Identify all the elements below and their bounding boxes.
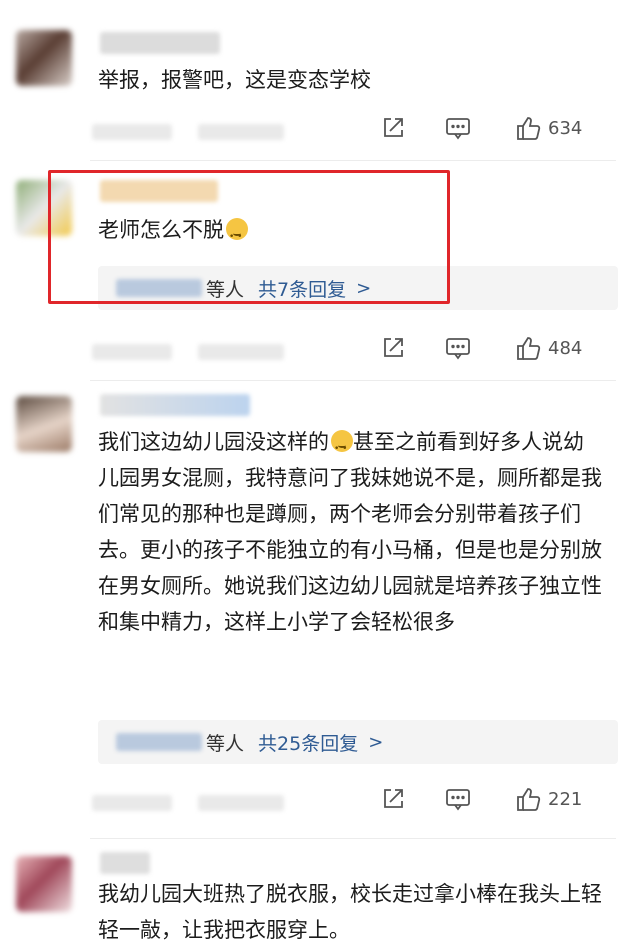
username-redacted[interactable] <box>100 852 150 874</box>
comment-3: 我们这边幼儿园没这样的甚至之前看到好多人说幼儿园男女混厕，我特意问了我妹她说不是… <box>0 380 640 840</box>
comment-text-continued: 甚至之前看到好多人说幼儿园男女混厕，我特意问了我妹她说不是，厕所都是我们常见的那… <box>98 430 602 634</box>
like-icon <box>514 785 542 813</box>
timestamp-redacted <box>92 795 172 811</box>
comment-icon[interactable] <box>444 335 472 361</box>
comment-1: 举报，报警吧，这是变态学校 634 <box>0 0 640 160</box>
action-bar: 221 <box>380 784 620 814</box>
avatar[interactable] <box>16 396 72 452</box>
share-icon[interactable] <box>380 786 406 812</box>
comment-icon[interactable] <box>444 115 472 141</box>
reply-suffix: 等人 <box>206 732 245 755</box>
like-button[interactable]: 221 <box>514 785 582 813</box>
comment-icon[interactable] <box>444 786 472 812</box>
like-icon <box>514 334 542 362</box>
action-bar: 634 <box>380 113 620 143</box>
location-redacted <box>198 344 284 360</box>
like-button[interactable]: 634 <box>514 114 582 142</box>
reply-summary[interactable]: 等人 共25条回复 > <box>98 720 618 764</box>
avatar[interactable] <box>16 856 72 912</box>
location-redacted <box>198 795 284 811</box>
highlight-box <box>48 170 450 304</box>
username-redacted[interactable] <box>100 32 220 54</box>
like-button[interactable]: 484 <box>514 334 582 362</box>
like-count: 484 <box>548 337 583 359</box>
like-count: 221 <box>548 788 583 810</box>
comment-text: 举报，报警吧，这是变态学校 <box>98 68 371 92</box>
timestamp-redacted <box>92 124 172 140</box>
chevron-right-icon: > <box>368 731 384 753</box>
location-redacted <box>198 124 284 140</box>
comment-4: 我幼儿园大班热了脱衣服，校长走过拿小棒在我头上轻轻一敲，让我把衣服穿上。 <box>0 838 640 950</box>
reply-count-link[interactable]: 共25条回复 <box>258 729 358 756</box>
action-bar: 484 <box>380 333 620 363</box>
reply-names-redacted <box>116 733 202 751</box>
avatar[interactable] <box>16 30 72 86</box>
share-icon[interactable] <box>380 335 406 361</box>
share-icon[interactable] <box>380 115 406 141</box>
like-icon <box>514 114 542 142</box>
comment-text: 我幼儿园大班热了脱衣服，校长走过拿小棒在我头上轻轻一敲，让我把衣服穿上。 <box>98 882 602 942</box>
timestamp-redacted <box>92 344 172 360</box>
comment-text-content: 我们这边幼儿园没这样的 <box>98 430 329 454</box>
comment-text: 我们这边幼儿园没这样的甚至之前看到好多人说幼儿园男女混厕，我特意问了我妹她说不是… <box>98 424 603 640</box>
username-redacted[interactable] <box>100 394 250 416</box>
like-count: 634 <box>548 117 583 139</box>
laugh-cry-emoji-icon <box>331 430 353 467</box>
